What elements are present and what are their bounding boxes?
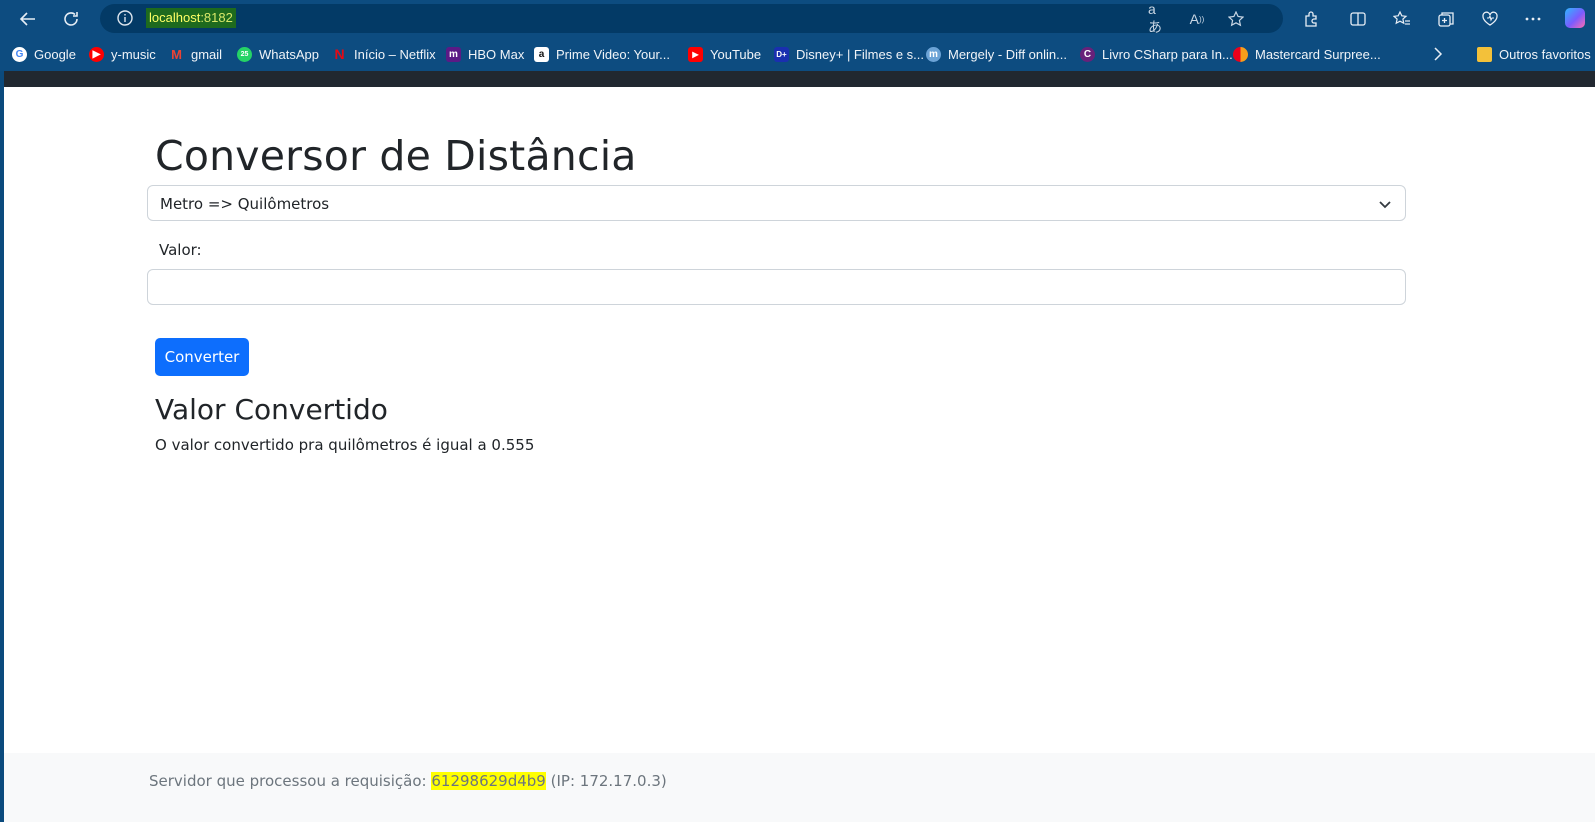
bookmark-label: gmail — [191, 46, 223, 62]
value-label: Valor: — [159, 241, 202, 259]
more-options-icon[interactable] — [1522, 8, 1544, 30]
bookmark-mastercard[interactable]: Mastercard Surpree... — [1233, 45, 1381, 63]
extensions-icon[interactable] — [1300, 8, 1322, 30]
bookmark-livro-csharp[interactable]: C Livro CSharp para In... — [1080, 45, 1233, 63]
bookmark-label: HBO Max — [468, 46, 525, 62]
read-aloud-icon[interactable]: A)) — [1188, 10, 1206, 28]
folder-icon — [1477, 46, 1492, 62]
csharp-icon: C — [1080, 46, 1095, 62]
bookmark-whatsapp[interactable]: 25 WhatsApp — [237, 45, 319, 63]
bookmark-mergely[interactable]: m Mergely - Diff onlin... — [926, 45, 1067, 63]
address-bar[interactable]: localhost:8182 aあ A)) — [100, 1, 1283, 35]
server-ip: (IP: 172.17.0.3) — [550, 772, 667, 790]
site-info-icon[interactable] — [116, 9, 134, 27]
value-input[interactable] — [147, 269, 1406, 305]
bookmark-label: Disney+ | Filmes e s... — [796, 46, 924, 62]
mergely-icon: m — [926, 46, 941, 62]
bookmark-outros-favoritos[interactable]: Outros favoritos — [1477, 45, 1591, 63]
bookmark-label: Livro CSharp para In... — [1102, 46, 1233, 62]
browser-essentials-icon[interactable] — [1479, 8, 1501, 30]
bookmarks-overflow-chevron-icon[interactable] — [1432, 45, 1444, 63]
bookmark-hbo-max[interactable]: m HBO Max — [446, 45, 524, 63]
youtube-icon: ▶ — [688, 46, 703, 62]
conversion-select[interactable]: Metro => Quilômetros — [147, 185, 1406, 221]
split-screen-icon[interactable] — [1347, 8, 1369, 30]
footer: Servidor que processou a requisição: 612… — [4, 753, 1595, 822]
page-title: Conversor de Distância — [155, 132, 637, 180]
bookmark-disney-plus[interactable]: D+ Disney+ | Filmes e s... — [774, 45, 924, 63]
refresh-icon[interactable] — [58, 6, 84, 32]
bookmark-y-music[interactable]: ▶ y-music — [89, 45, 156, 63]
bookmark-netflix[interactable]: N Início – Netflix — [332, 45, 436, 63]
bookmark-label: y-music — [111, 46, 156, 62]
bookmarks-bar: G Google ▶ y-music M gmail 25 WhatsApp N… — [0, 37, 1595, 71]
page-content: Conversor de Distância Metro => Quilômet… — [4, 87, 1595, 822]
chevron-down-icon — [1377, 196, 1393, 212]
url-text[interactable]: localhost:8182 — [146, 8, 236, 28]
bookmark-label: Outros favoritos — [1499, 46, 1591, 62]
footer-prefix: Servidor que processou a requisição: — [149, 772, 427, 790]
conversion-select-value: Metro => Quilômetros — [160, 195, 330, 213]
amazon-icon: a — [534, 46, 549, 62]
browser-toolbar: localhost:8182 aあ A)) — [0, 0, 1595, 37]
result-heading: Valor Convertido — [155, 393, 388, 426]
server-id: 61298629d4b9 — [431, 772, 546, 790]
hbo-max-icon: m — [446, 46, 461, 62]
whatsapp-icon: 25 — [237, 46, 252, 62]
convert-button[interactable]: Converter — [155, 338, 249, 376]
translate-icon[interactable]: aあ — [1148, 1, 1166, 35]
disney-plus-icon: D+ — [774, 46, 789, 62]
bookmark-label: Início – Netflix — [354, 46, 436, 62]
favorite-star-icon[interactable] — [1227, 10, 1245, 28]
collections-icon[interactable] — [1435, 8, 1457, 30]
mastercard-icon — [1233, 46, 1248, 62]
bookmark-label: WhatsApp — [259, 46, 319, 62]
google-icon: G — [12, 46, 27, 62]
back-arrow-icon[interactable] — [15, 6, 41, 32]
bookmark-label: Google — [34, 46, 76, 62]
netflix-icon: N — [334, 46, 345, 62]
youtube-music-icon: ▶ — [89, 46, 104, 62]
bookmark-prime-video[interactable]: a Prime Video: Your... — [534, 45, 670, 63]
copilot-icon[interactable] — [1565, 8, 1585, 28]
bookmark-label: Prime Video: Your... — [556, 46, 670, 62]
bookmark-youtube[interactable]: ▶ YouTube — [688, 45, 761, 63]
bookmark-google[interactable]: G Google — [12, 45, 76, 63]
gmail-icon: M — [171, 46, 182, 62]
bookmark-gmail[interactable]: M gmail — [169, 45, 222, 63]
footer-text: Servidor que processou a requisição: 612… — [149, 772, 667, 790]
bookmark-label: Mergely - Diff onlin... — [948, 46, 1067, 62]
result-text: O valor convertido pra quilômetros é igu… — [155, 436, 535, 454]
favorites-icon[interactable] — [1391, 8, 1413, 30]
site-navbar — [4, 71, 1595, 87]
bookmark-label: Mastercard Surpree... — [1255, 46, 1381, 62]
bookmark-label: YouTube — [710, 46, 762, 62]
